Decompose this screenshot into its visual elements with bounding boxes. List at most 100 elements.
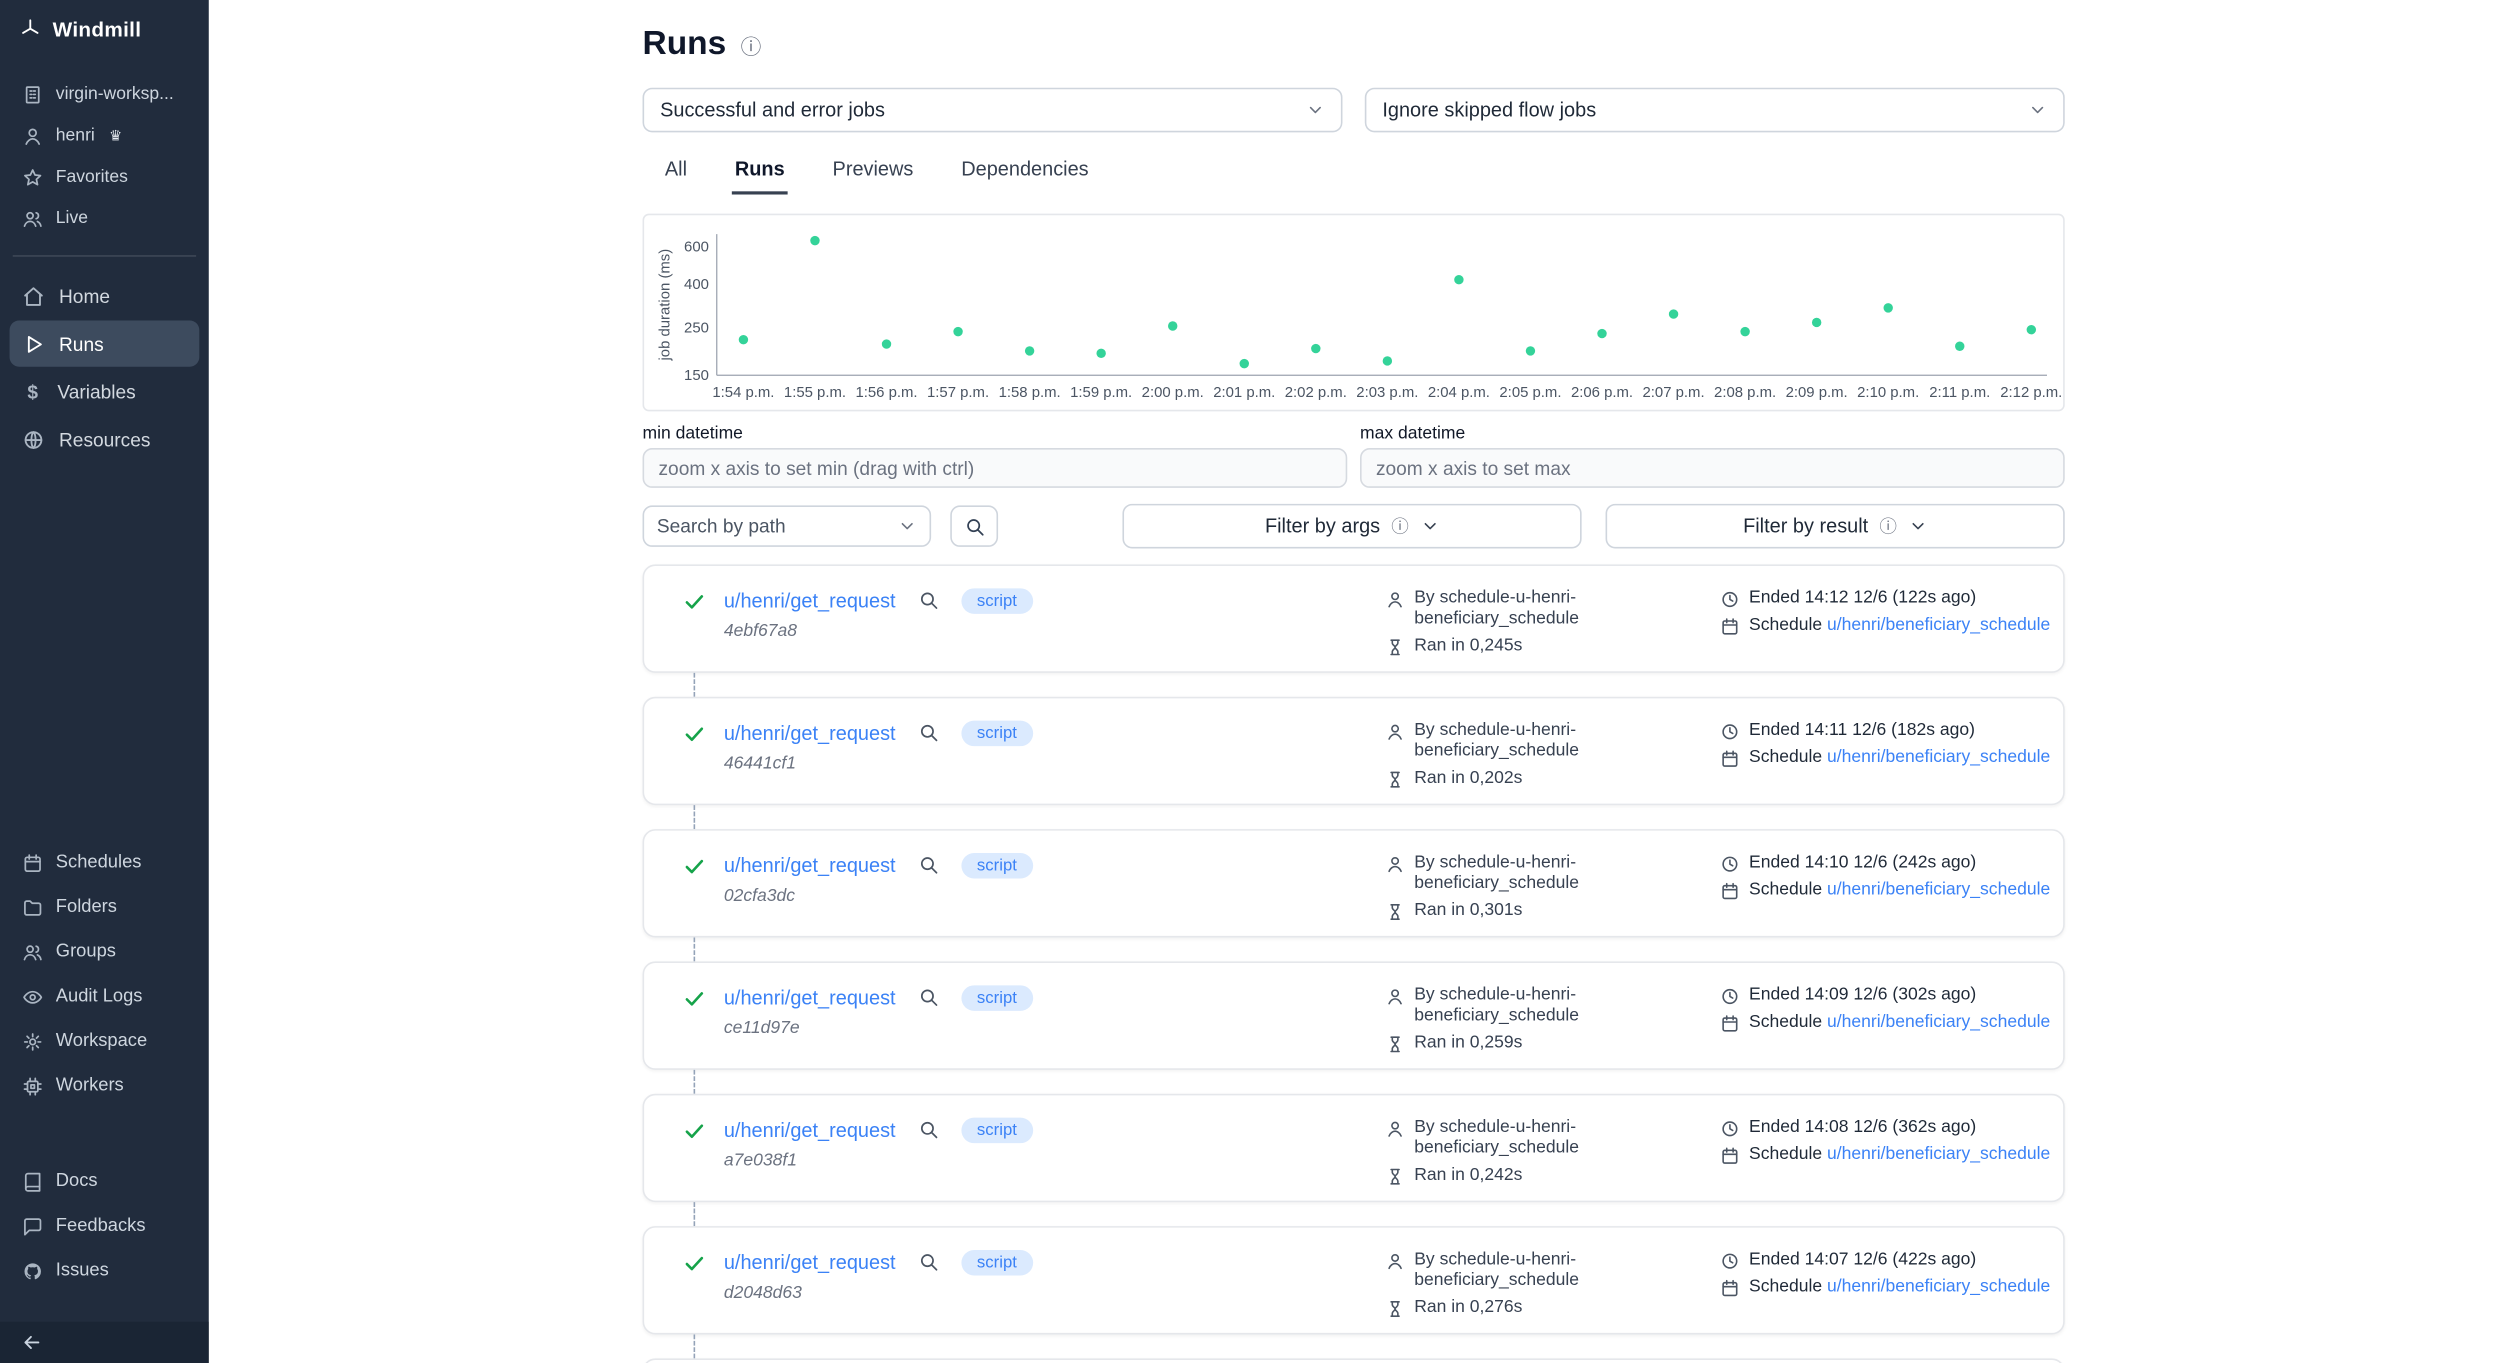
info-icon[interactable]: ⓘ	[741, 29, 762, 59]
schedule-link[interactable]: u/henri/beneficiary_schedule	[1827, 1012, 2050, 1031]
calendar-icon	[1720, 749, 1739, 768]
user-menu[interactable]: henri ♛	[10, 115, 200, 156]
run-schedule: Scheduleu/henri/beneficiary_schedule	[1749, 1277, 2050, 1298]
sidebar-item-resources[interactable]: Resources	[10, 416, 200, 462]
sidebar-item-folders[interactable]: Folders	[10, 885, 200, 930]
schedule-link[interactable]: u/henri/beneficiary_schedule	[1827, 615, 2050, 634]
run-card[interactable]: u/henri/get_request script d2048d63 By s…	[643, 1226, 2065, 1334]
run-duration: Ran in 0,276s	[1414, 1298, 1522, 1319]
run-card[interactable]: u/henri/get_request script 02cfa3dc By s…	[643, 829, 2065, 937]
svg-text:1:57 p.m.: 1:57 p.m.	[927, 385, 989, 401]
sidebar-item-label: Runs	[59, 332, 104, 354]
filter-by-result-label: Filter by result	[1743, 515, 1868, 537]
run-card[interactable]: u/henri/get_request script 4ebf67a8 By s…	[643, 564, 2065, 672]
user-icon	[1386, 1118, 1405, 1137]
users-icon	[22, 208, 43, 229]
svg-text:2:03 p.m.: 2:03 p.m.	[1356, 385, 1418, 401]
schedule-link[interactable]: u/henri/beneficiary_schedule	[1827, 748, 2050, 767]
svg-text:2:07 p.m.: 2:07 p.m.	[1643, 385, 1705, 401]
hourglass-icon	[1386, 902, 1405, 921]
skipped-flow-select[interactable]: Ignore skipped flow jobs	[1365, 88, 2065, 133]
sidebar-item-variables[interactable]: $ Variables	[10, 368, 200, 414]
tab-runs[interactable]: Runs	[732, 158, 788, 195]
skipped-flow-value: Ignore skipped flow jobs	[1382, 99, 1596, 121]
sidebar-item-workers[interactable]: Workers	[10, 1063, 200, 1108]
run-card[interactable]: u/henri/get_request script By schedule-u…	[643, 1358, 2065, 1363]
sidebar-collapse-button[interactable]	[0, 1322, 209, 1363]
run-path-link[interactable]: u/henri/get_request	[724, 854, 896, 876]
schedule-link[interactable]: u/henri/beneficiary_schedule	[1827, 880, 2050, 899]
tab-previews[interactable]: Previews	[829, 158, 916, 195]
sidebar-item-live[interactable]: Live	[10, 198, 200, 239]
inspect-run-icon[interactable]	[918, 855, 939, 876]
sidebar-item-audit-logs[interactable]: Audit Logs	[10, 974, 200, 1019]
duration-scatter-plot[interactable]: 150250400600job duration (ms)1:54 p.m.1:…	[644, 215, 2063, 410]
max-datetime-input[interactable]	[1360, 448, 2065, 488]
run-triggered-by: By schedule-u-henri-beneficiary_schedule	[1414, 721, 1609, 762]
sidebar-item-groups[interactable]: Groups	[10, 930, 200, 975]
sidebar-item-issues[interactable]: Issues	[10, 1248, 200, 1293]
run-path-link[interactable]: u/henri/get_request	[724, 722, 896, 744]
schedule-link[interactable]: u/henri/beneficiary_schedule	[1827, 1145, 2050, 1164]
filter-by-result-button[interactable]: Filter by result ⓘ	[1606, 504, 2065, 549]
filter-by-args-button[interactable]: Filter by args ⓘ	[1122, 504, 1581, 549]
runs-duration-chart[interactable]: 150250400600job duration (ms)1:54 p.m.1:…	[643, 214, 2065, 412]
run-card[interactable]: u/henri/get_request script 46441cf1 By s…	[643, 697, 2065, 805]
svg-text:2:00 p.m.: 2:00 p.m.	[1142, 385, 1204, 401]
tab-dependencies[interactable]: Dependencies	[958, 158, 1092, 195]
folder-icon	[22, 897, 43, 918]
svg-text:2:06 p.m.: 2:06 p.m.	[1571, 385, 1633, 401]
run-card[interactable]: u/henri/get_request script ce11d97e By s…	[643, 961, 2065, 1069]
run-schedule: Scheduleu/henri/beneficiary_schedule	[1749, 880, 2050, 901]
runs-list: u/henri/get_request script 4ebf67a8 By s…	[643, 564, 2065, 1363]
search-by-path-input[interactable]: Search by path	[643, 505, 932, 546]
sidebar-item-workspace[interactable]: Workspace	[10, 1019, 200, 1064]
sidebar-item-feedbacks[interactable]: Feedbacks	[10, 1204, 200, 1249]
min-datetime-input[interactable]	[643, 448, 1348, 488]
sidebar-item-favorites[interactable]: Favorites	[10, 156, 200, 197]
inspect-run-icon[interactable]	[918, 1252, 939, 1273]
sidebar: Windmill virgin-worksp... henri ♛ F	[0, 0, 209, 1363]
inspect-run-icon[interactable]	[918, 723, 939, 744]
workspace-selector[interactable]: virgin-worksp...	[10, 73, 200, 114]
run-card[interactable]: u/henri/get_request script a7e038f1 By s…	[643, 1094, 2065, 1202]
search-icon	[964, 516, 985, 537]
run-connector-line	[694, 938, 696, 962]
tab-all[interactable]: All	[662, 158, 691, 195]
sidebar-item-docs[interactable]: Docs	[10, 1159, 200, 1204]
run-path-link[interactable]: u/henri/get_request	[724, 1251, 896, 1273]
runs-tabs: All Runs Previews Dependencies	[643, 158, 2065, 195]
inspect-run-icon[interactable]	[918, 590, 939, 611]
job-kind-badge: script	[961, 1118, 1033, 1143]
sidebar-item-label: Live	[56, 209, 88, 228]
windmill-logo-icon	[19, 18, 41, 40]
sidebar-admin-section: Schedules Folders Groups Audit Logs	[0, 840, 209, 1108]
brand[interactable]: Windmill	[0, 0, 209, 57]
user-icon	[22, 125, 43, 146]
run-id: 02cfa3dc	[724, 886, 1386, 905]
inspect-run-icon[interactable]	[918, 1120, 939, 1141]
inspect-run-icon[interactable]	[918, 987, 939, 1008]
sidebar-item-home[interactable]: Home	[10, 273, 200, 319]
run-triggered-by: By schedule-u-henri-beneficiary_schedule	[1414, 1250, 1609, 1291]
clock-icon	[1720, 1251, 1739, 1270]
svg-text:1:59 p.m.: 1:59 p.m.	[1070, 385, 1132, 401]
job-kind-value: Successful and error jobs	[660, 99, 885, 121]
run-path-link[interactable]: u/henri/get_request	[724, 987, 896, 1009]
job-kind-badge: script	[961, 985, 1033, 1010]
success-check-icon	[682, 1250, 723, 1314]
run-path-link[interactable]: u/henri/get_request	[724, 590, 896, 612]
run-id: ce11d97e	[724, 1018, 1386, 1037]
sidebar-item-runs[interactable]: Runs	[10, 320, 200, 366]
dollar-icon: $	[22, 380, 43, 402]
calendar-icon	[1720, 1278, 1739, 1297]
schedule-link[interactable]: u/henri/beneficiary_schedule	[1827, 1277, 2050, 1296]
run-path-link[interactable]: u/henri/get_request	[724, 1119, 896, 1141]
sidebar-item-schedules[interactable]: Schedules	[10, 840, 200, 885]
hourglass-icon	[1386, 1299, 1405, 1318]
sidebar-links-section: Docs Feedbacks Issues	[0, 1159, 209, 1293]
workspace-name: virgin-worksp...	[56, 85, 174, 104]
info-icon: ⓘ	[1879, 513, 1897, 539]
search-button[interactable]	[950, 505, 998, 546]
job-kind-select[interactable]: Successful and error jobs	[643, 88, 1343, 133]
